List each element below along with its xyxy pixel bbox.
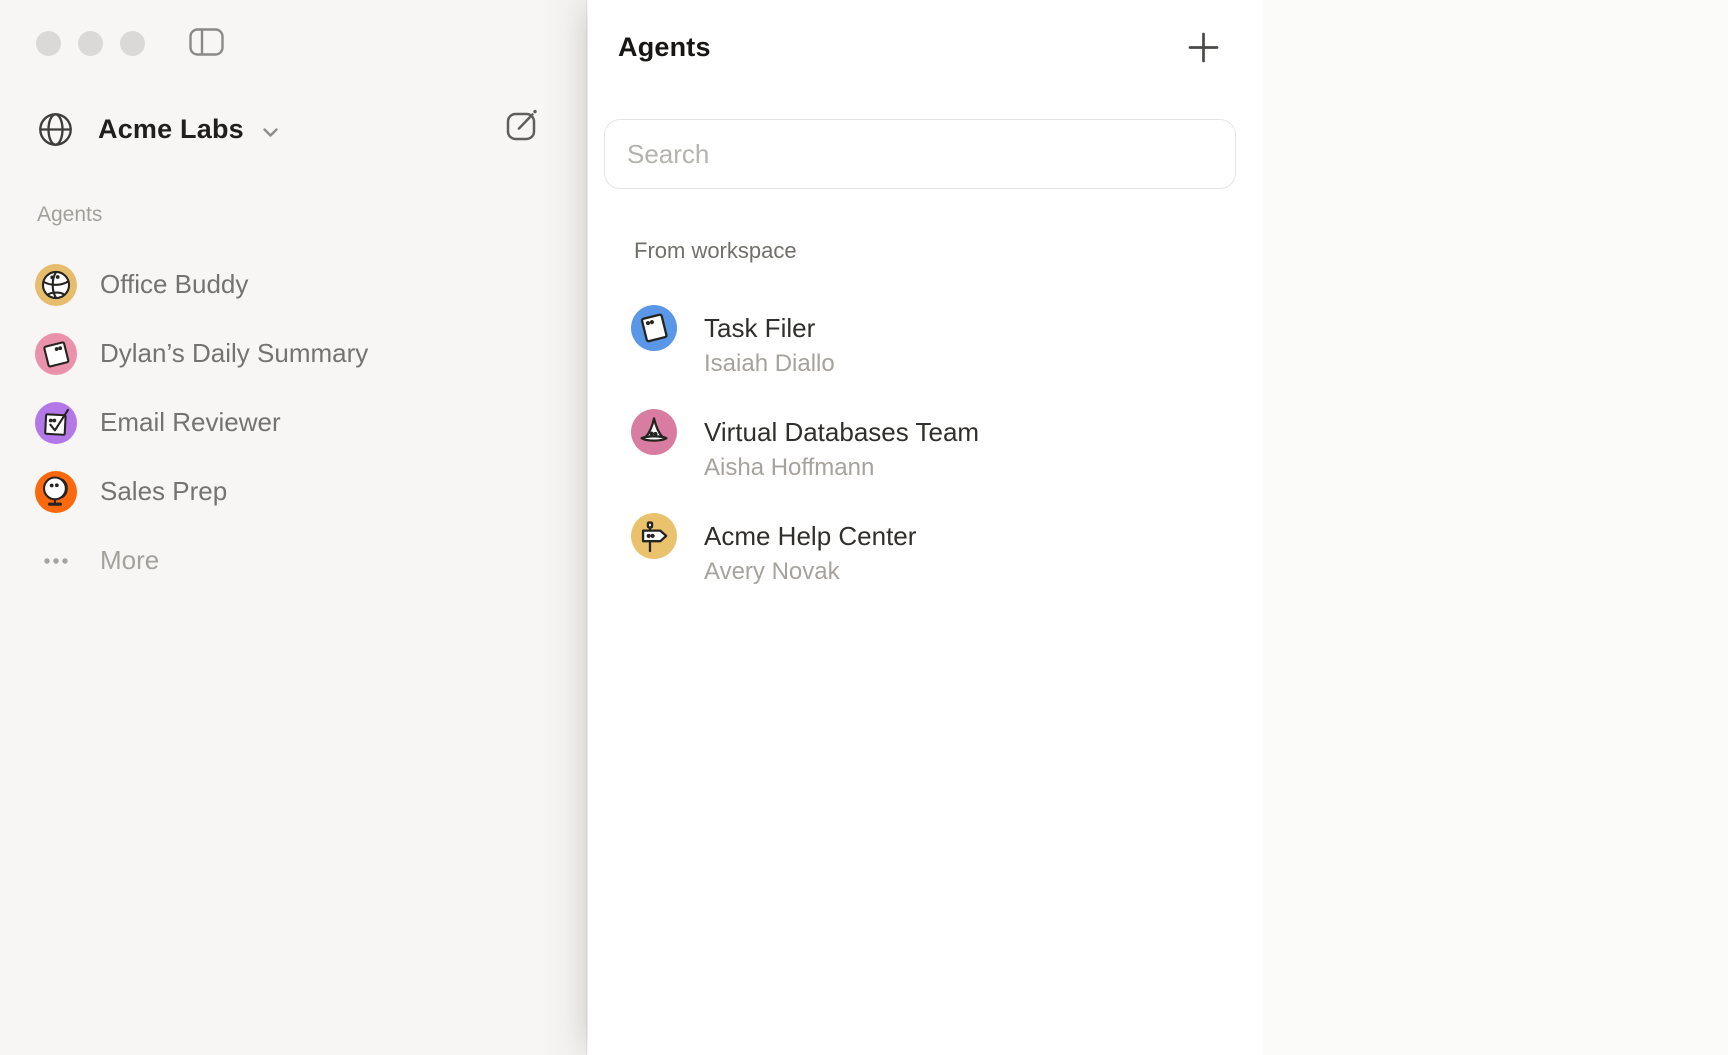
- sidebar-agent-item[interactable]: Sales Prep: [0, 457, 586, 526]
- agent-owner: Aisha Hoffmann: [704, 451, 979, 484]
- minimize-button[interactable]: [78, 31, 103, 56]
- from-workspace-label: From workspace: [634, 237, 1263, 265]
- agent-owner: Avery Novak: [704, 555, 916, 588]
- wizard-hat-icon: [631, 409, 677, 455]
- agent-row[interactable]: Virtual Databases Team Aisha Hoffmann: [631, 409, 1263, 484]
- workspace-switcher[interactable]: Acme Labs: [37, 111, 279, 148]
- compose-icon: [504, 106, 541, 143]
- panel-title: Agents: [618, 30, 711, 64]
- basketball-icon: [35, 264, 77, 306]
- app-window: Acme Labs Agents Office: [0, 0, 1728, 1055]
- workspace-name: Acme Labs: [98, 114, 244, 145]
- agent-row[interactable]: Task Filer Isaiah Diallo: [631, 305, 1263, 380]
- tilted-page-icon: [631, 305, 677, 351]
- close-button[interactable]: [36, 31, 61, 56]
- agents-panel-header: Agents: [588, 0, 1263, 64]
- sidebar-agent-list: Office Buddy Dylan’s Daily Summary Email…: [0, 250, 586, 526]
- agent-name: Acme Help Center: [704, 518, 916, 554]
- sidebar-agent-item[interactable]: Email Reviewer: [0, 388, 586, 457]
- sidebar: Acme Labs Agents Office: [0, 0, 587, 1055]
- sidebar-agent-item[interactable]: Office Buddy: [0, 250, 586, 319]
- agent-name: Virtual Databases Team: [704, 414, 979, 450]
- sidebar-section-label: Agents: [37, 202, 586, 228]
- search-input[interactable]: [604, 119, 1236, 189]
- globe-icon: [37, 111, 74, 148]
- main-content-area: [1263, 0, 1728, 1055]
- agent-owner: Isaiah Diallo: [704, 347, 835, 380]
- desk-globe-icon: [35, 471, 77, 513]
- sidebar-agent-label: Dylan’s Daily Summary: [100, 338, 368, 369]
- agents-panel: Agents From workspace Task Filer Isaiah …: [588, 0, 1263, 1055]
- sidebar-more-label: More: [100, 545, 159, 576]
- zoom-button[interactable]: [120, 31, 145, 56]
- workspace-agent-list: Task Filer Isaiah Diallo Virtual Databas…: [631, 305, 1263, 588]
- agent-name: Task Filer: [704, 310, 835, 346]
- new-chat-button[interactable]: [504, 106, 541, 143]
- sidebar-agent-label: Email Reviewer: [100, 407, 281, 438]
- sticky-note-icon: [35, 333, 77, 375]
- sidebar-agent-label: Office Buddy: [100, 269, 248, 300]
- sidebar-more-button[interactable]: More: [0, 526, 586, 595]
- titlebar: [0, 0, 586, 59]
- plus-icon: [1188, 32, 1219, 63]
- sidebar-agent-label: Sales Prep: [100, 476, 227, 507]
- sidebar-toggle-button[interactable]: [189, 28, 224, 59]
- chevron-down-icon: [262, 127, 279, 138]
- sidebar-toggle-icon: [189, 28, 224, 59]
- sidebar-agent-item[interactable]: Dylan’s Daily Summary: [0, 319, 586, 388]
- add-agent-button[interactable]: [1188, 32, 1219, 63]
- traffic-lights: [36, 31, 145, 56]
- signpost-icon: [631, 513, 677, 559]
- ellipsis-icon: [35, 556, 77, 566]
- agent-row[interactable]: Acme Help Center Avery Novak: [631, 513, 1263, 588]
- checkbox-icon: [35, 402, 77, 444]
